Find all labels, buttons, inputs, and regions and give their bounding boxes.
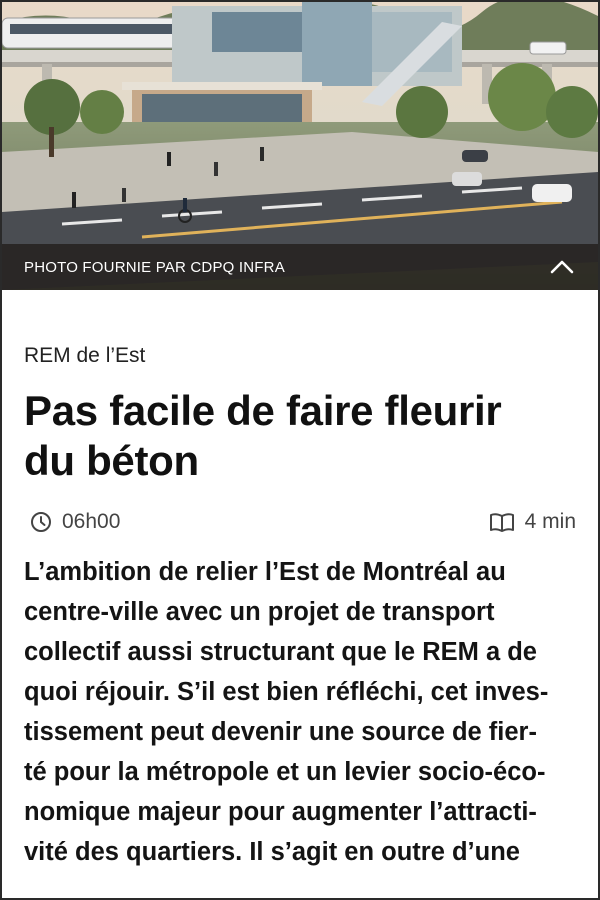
photo-credit: PHOTO FOURNIE PAR CDPQ INFRA [24,258,285,276]
lead-line: collectif aussi structurant que le REM a… [24,638,537,666]
book-icon [489,513,514,532]
headline-line: du béton [24,437,199,484]
lead-line: té pour la métropole et un levier socio-… [24,758,546,786]
lead-line: centre-ville avec un projet de transport [24,598,495,626]
clock-icon [31,512,51,532]
lead-line: quoi réjouir. S’il est bien réfléchi, ce… [24,678,549,706]
headline-line: Pas facile de faire fleurir [24,387,502,434]
publish-time: 06h00 [30,510,120,534]
read-time-text: 4 min [524,510,576,533]
lead-line: nomique majeur pour augmenter l’attracti… [24,798,537,826]
article-lead: L’ambition de relier l’Est de Montréal a… [24,552,576,872]
caption-toggle-button[interactable] [548,253,576,281]
lead-line: vité des quartiers. Il s’agit en outre d… [24,838,520,866]
article-meta: 06h00 4 min [24,510,576,534]
article-headline: Pas facile de faire fleurir du béton [24,386,576,486]
read-time: 4 min [489,510,576,534]
lead-line: tissement peut devenir une source de fie… [24,718,537,746]
lead-line: L’ambition de relier l’Est de Montréal a… [24,558,506,586]
article-body: REM de l’Est Pas facile de faire fleurir… [2,344,598,872]
section-label[interactable]: REM de l’Est [24,344,576,368]
hero-photo[interactable]: PHOTO FOURNIE PAR CDPQ INFRA [2,2,598,290]
article-screen: PHOTO FOURNIE PAR CDPQ INFRA REM de l’Es… [0,0,600,900]
publish-time-text: 06h00 [62,510,121,533]
chevron-up-icon [550,260,574,274]
photo-caption-bar: PHOTO FOURNIE PAR CDPQ INFRA [2,244,598,290]
